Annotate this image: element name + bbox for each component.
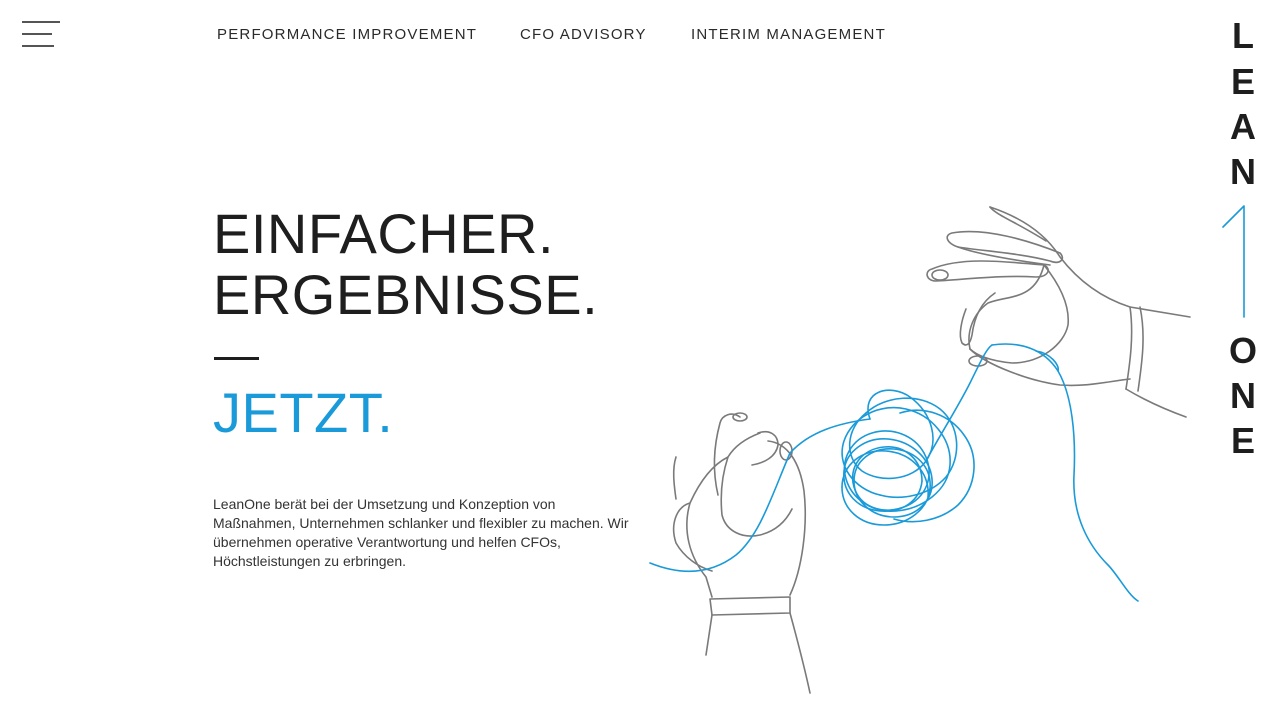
brand-one-stroke-icon <box>1222 205 1245 318</box>
brand-logo[interactable]: L E A N O N E <box>1218 15 1268 461</box>
brand-logo-letter: O <box>1228 330 1257 371</box>
hero-divider <box>214 357 259 360</box>
intro-paragraph: LeanOne berät bei der Umsetzung und Konz… <box>213 496 629 569</box>
brand-logo-letter: A <box>1230 106 1256 147</box>
brand-logo-letter: L <box>1232 15 1254 56</box>
menu-line <box>22 21 60 23</box>
menu-line <box>22 45 54 47</box>
hero-headline-line-2: ERGEBNISSE. <box>213 263 599 326</box>
hero-headline-line-1: EINFACHER. <box>213 202 555 265</box>
hands-untangling-thread-illustration <box>649 206 1191 694</box>
hamburger-menu-icon[interactable] <box>22 21 60 47</box>
nav-link-performance-improvement[interactable]: PERFORMANCE IMPROVEMENT <box>217 26 477 43</box>
brand-logo-letter: E <box>1230 420 1255 461</box>
nav-link-cfo-advisory[interactable]: CFO ADVISORY <box>520 26 647 43</box>
hero-accent-headline: JETZT. <box>213 381 394 444</box>
brand-logo-letter: E <box>1230 61 1255 102</box>
brand-logo-letter: N <box>1230 375 1256 416</box>
brand-logo-letter: N <box>1230 151 1256 192</box>
menu-line <box>22 33 52 35</box>
nav-link-interim-management[interactable]: INTERIM MANAGEMENT <box>691 26 886 43</box>
